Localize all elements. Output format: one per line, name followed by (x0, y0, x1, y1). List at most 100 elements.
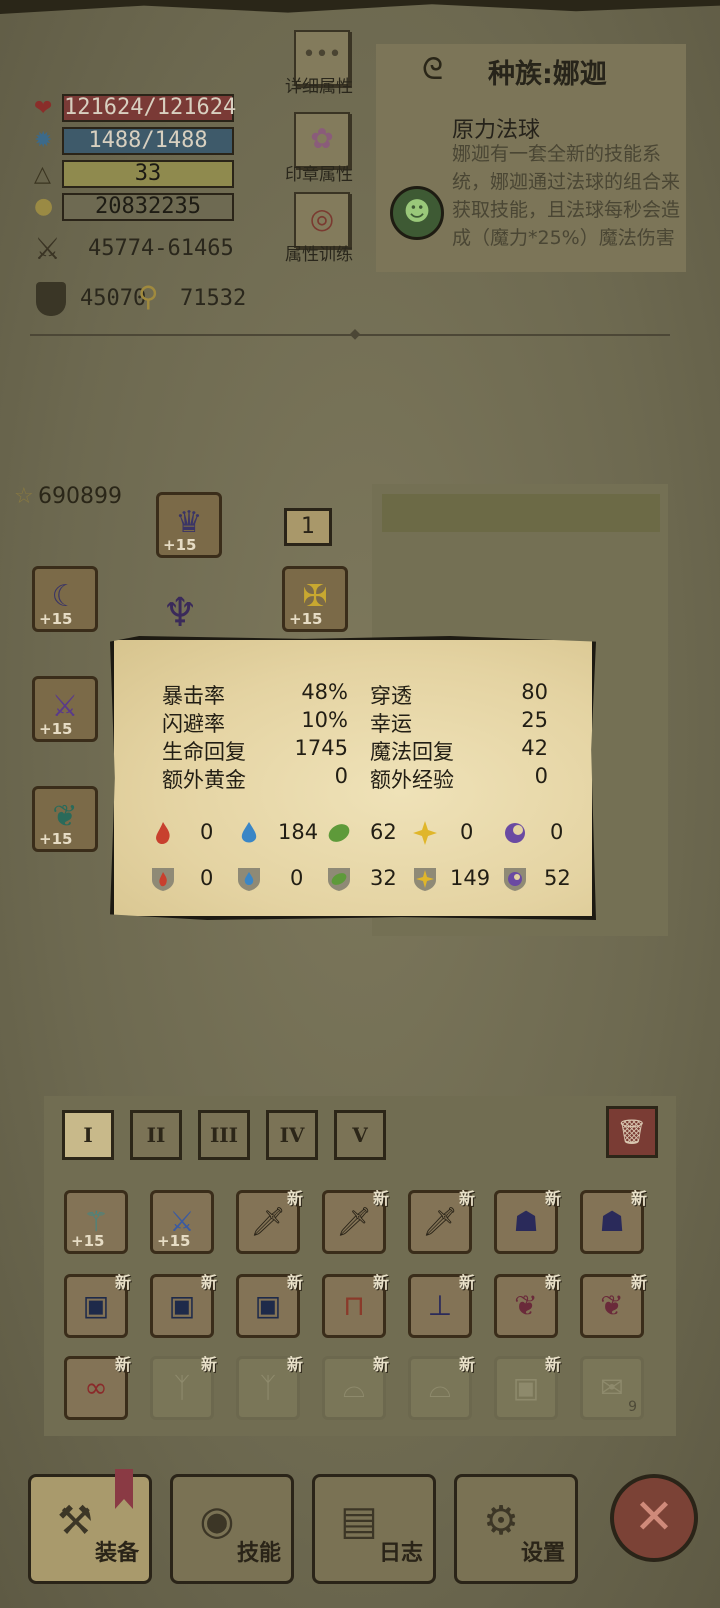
inventory-item[interactable]: ❦ 新 (494, 1273, 561, 1338)
inventory-item[interactable]: ▣ 新 (64, 1273, 131, 1338)
force-orb-skill-icon[interactable]: ☻ (390, 186, 444, 240)
attributes-popup[interactable]: 暴击率 48% 穿透 80 闪避率 10% 幸运 25 生命回复 1745 魔法… (110, 636, 596, 920)
tab-2[interactable]: II (130, 1110, 182, 1160)
dodge-rate-value: 10% (301, 708, 348, 732)
detail-attributes-label: 详细属性 (285, 77, 353, 97)
inventory-item[interactable]: ⚔ +15 (150, 1190, 214, 1254)
new-badge: 新 (114, 1273, 131, 1292)
new-badge: 新 (372, 1273, 389, 1292)
light-attack-icon (412, 820, 438, 846)
extra-exp-value: 0 (534, 764, 548, 788)
nav-settings-label: 设置 (520, 1541, 565, 1566)
new-badge: 新 (458, 1189, 475, 1208)
fire-attack-icon (150, 820, 176, 846)
inventory-item-faded[interactable]: ᛉ新 (236, 1355, 303, 1420)
nav-skills[interactable]: ◉ 技能 (170, 1474, 294, 1584)
inventory-item-faded[interactable]: ᛉ新 (150, 1355, 217, 1420)
luck-value: 25 (521, 708, 548, 732)
inventory-item[interactable]: ⚚ +15 (64, 1190, 128, 1254)
power-value: 71532 (180, 286, 247, 311)
mp-regen-value: 42 (521, 736, 548, 760)
skill-description: 娜迦有一套全新的技能系统，娜迦通过法球的组合来获取技能，且法球每秒会造成（魔力*… (452, 143, 680, 249)
new-badge: 新 (372, 1189, 389, 1208)
new-badge: 新 (458, 1355, 475, 1374)
luck-label: 幸运 (370, 712, 412, 736)
inventory-item[interactable]: ▣ 新 (150, 1273, 217, 1338)
helmet-slot[interactable]: ♛ +15 (156, 492, 222, 558)
nav-log-label: 日志 (378, 1541, 423, 1566)
nav-log[interactable]: ▤ 日志 (312, 1474, 436, 1584)
inventory-item-faded[interactable]: ⌓ 新 (408, 1355, 475, 1420)
inventory-item[interactable]: ∞ 新 (64, 1355, 131, 1420)
weapon-slot[interactable]: ⚔ +15 (32, 676, 98, 742)
attribute-training-label: 属性训练 (285, 245, 353, 265)
inventory-item[interactable]: ❦ 新 (580, 1273, 647, 1338)
level-triangle-icon: △ (34, 162, 51, 187)
new-badge: 新 (372, 1355, 389, 1374)
crit-rate-value: 48% (301, 680, 348, 704)
slot-count-box[interactable]: 1 (284, 508, 332, 546)
new-badge: 新 (630, 1273, 647, 1292)
inventory-item-faded[interactable]: ⌓ 新 (322, 1355, 389, 1420)
bookmark-ribbon (115, 1469, 133, 1509)
divider-ornament: ◆ (349, 326, 361, 342)
dodge-rate-label: 闪避率 (162, 712, 225, 736)
amulet-slot[interactable]: ✠ +15 (282, 566, 348, 632)
crossed-swords-icon: ⚔ (34, 232, 61, 267)
close-icon[interactable]: ✕ (610, 1474, 698, 1562)
extra-gold-label: 额外黄金 (162, 768, 246, 792)
new-badge: 新 (286, 1273, 303, 1292)
slot-plus: +15 (39, 720, 73, 738)
water-attack-icon (236, 820, 262, 846)
accessory-slot[interactable]: ❦ +15 (32, 786, 98, 852)
nature-attack-icon (326, 820, 352, 846)
new-badge: 新 (544, 1273, 561, 1292)
left-ring-slot[interactable]: ☾ +15 (32, 566, 98, 632)
character-horns: ♆ (162, 590, 198, 636)
race-title: 种族:娜迦 (488, 59, 607, 90)
inventory-item-faded[interactable]: ✉ 9 (580, 1356, 644, 1420)
nav-skills-label: 技能 (236, 1541, 281, 1566)
naga-race-icon: ᘓ (422, 52, 444, 87)
item-detail-header (382, 494, 660, 532)
inventory-item[interactable]: ▣ 新 (236, 1273, 303, 1338)
tab-5[interactable]: V (334, 1110, 386, 1160)
water-resist-icon (236, 866, 262, 892)
new-badge: 新 (286, 1355, 303, 1374)
new-badge: 新 (544, 1355, 561, 1374)
tab-4[interactable]: IV (266, 1110, 318, 1160)
inventory-item-faded[interactable]: ▣ 新 (494, 1355, 561, 1420)
heart-icon: ❤ (34, 96, 53, 121)
equipment-score: 690899 (38, 484, 122, 509)
item-plus: +15 (71, 1232, 105, 1250)
inventory-item[interactable]: ☗ 新 (580, 1189, 647, 1254)
level-bar: 33 (62, 160, 234, 188)
inventory-item[interactable]: ☗ 新 (494, 1189, 561, 1254)
inventory-item[interactable]: 🗡 新 (408, 1189, 475, 1254)
fire-resist-value: 0 (200, 866, 214, 890)
mp-regen-label: 魔法回复 (370, 740, 454, 764)
defense-value: 45070 (80, 286, 147, 311)
nav-settings[interactable]: ⚙ 设置 (454, 1474, 578, 1584)
item-count: 9 (628, 1399, 637, 1415)
inventory-item[interactable]: ⊓ 新 (322, 1273, 389, 1338)
inventory-item[interactable]: 🗡 新 (322, 1189, 389, 1254)
attack-value: 45774-61465 (88, 236, 234, 261)
nav-equipment[interactable]: ⚒ 装备 (28, 1469, 152, 1584)
new-badge: 新 (458, 1273, 475, 1292)
gold-pile-icon: ● (34, 194, 54, 219)
hp-regen-value: 1745 (294, 736, 348, 760)
new-badge: 新 (200, 1273, 217, 1292)
trash-icon[interactable]: 🗑 (606, 1106, 658, 1158)
inventory-item[interactable]: 🗡 新 (236, 1189, 303, 1254)
light-resist-value: 149 (450, 866, 491, 890)
tab-1[interactable]: I (62, 1110, 114, 1160)
tab-3[interactable]: III (198, 1110, 250, 1160)
slot-plus: +15 (39, 830, 73, 848)
key-icon: ⚲ (138, 280, 159, 313)
inventory-item[interactable]: ⊥ 新 (408, 1273, 475, 1338)
light-attack-value: 0 (460, 820, 474, 844)
nature-resist-icon (326, 866, 352, 892)
penetration-value: 80 (521, 680, 548, 704)
nature-resist-value: 32 (370, 866, 397, 890)
